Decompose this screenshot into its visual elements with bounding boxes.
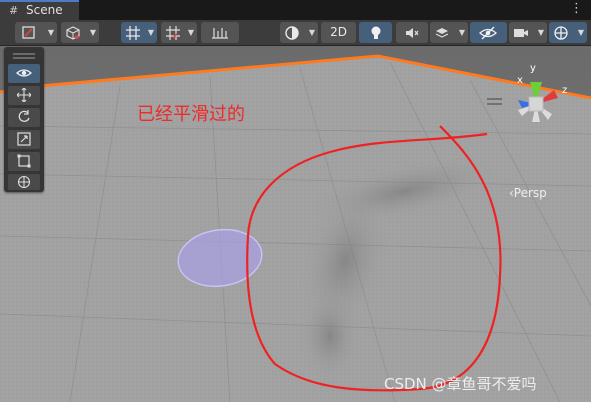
move-arrows-icon: [16, 87, 32, 103]
chevron-down-icon: ▼: [537, 28, 544, 37]
2d-label: 2D: [330, 25, 347, 39]
cube-icon: [66, 26, 80, 40]
effects-dropdown[interactable]: ▼: [430, 22, 468, 43]
ruler-icon: [212, 28, 228, 39]
drag-handle-icon[interactable]: [487, 98, 502, 106]
chevron-down-icon: ▼: [187, 28, 194, 37]
move-tool[interactable]: [8, 86, 40, 105]
tool-handle-rotation-button[interactable]: ▼: [61, 22, 99, 43]
chevron-down-icon: ▼: [308, 28, 315, 37]
overlay-grip-icon[interactable]: [13, 53, 35, 55]
chevron-down-icon: ▼: [458, 28, 465, 37]
terrain-view: y x z: [0, 46, 591, 402]
gizmos-dropdown[interactable]: ▼: [549, 22, 587, 43]
visibility-toggle[interactable]: [470, 22, 507, 43]
annotation-text: 已经平滑过的: [137, 104, 245, 125]
lighting-toggle[interactable]: [359, 22, 392, 43]
draw-mode-button[interactable]: ▼: [280, 22, 318, 43]
snap-grid-icon: [166, 26, 180, 40]
speaker-mute-icon: [406, 28, 419, 38]
transform-tool[interactable]: [8, 174, 40, 190]
shaded-sphere-icon: [285, 26, 299, 40]
scene-tab[interactable]: # Scene: [0, 0, 79, 20]
chevron-down-icon: ▼: [47, 28, 54, 37]
increment-snap-button[interactable]: [201, 22, 239, 43]
grid-snap-button[interactable]: ▼: [161, 22, 197, 43]
2d-toggle[interactable]: 2D: [321, 22, 356, 43]
gizmo-z-label: z: [562, 85, 567, 96]
rect-tool[interactable]: [8, 152, 40, 171]
rect-icon: [17, 154, 31, 168]
grid-icon: [126, 26, 140, 40]
gizmo-x-label: x: [517, 75, 523, 86]
scene-toolbar: ▼ ▼ ▼ ▼ ▼ 2D ▼ ▼ ▼: [0, 20, 591, 46]
scene-viewport[interactable]: y x z ‹Persp 已经平滑过的: [0, 46, 591, 402]
camera-icon: [514, 29, 528, 37]
gizmo-y-label: y: [530, 63, 536, 74]
rotate-tool[interactable]: [8, 108, 40, 127]
tools-overlay: [4, 47, 44, 192]
gizmo-globe-icon: [554, 26, 568, 40]
audio-toggle[interactable]: [396, 22, 428, 43]
tab-bar: # Scene ⋮: [0, 0, 591, 20]
scene-tab-label: Scene: [26, 3, 63, 17]
scale-icon: [17, 132, 31, 146]
persp-label[interactable]: ‹Persp: [509, 186, 547, 200]
chevron-down-icon: ▼: [89, 28, 96, 37]
camera-dropdown[interactable]: ▼: [509, 22, 547, 43]
rotate-icon: [18, 110, 30, 122]
light-bulb-icon: [371, 26, 381, 39]
more-options-icon[interactable]: ⋮: [570, 2, 583, 16]
pivot-icon: [22, 26, 35, 39]
scale-tool[interactable]: [8, 130, 40, 149]
view-tool[interactable]: [8, 64, 40, 83]
chevron-down-icon: ▼: [577, 28, 584, 37]
chevron-down-icon: ▼: [147, 28, 154, 37]
grid-visibility-button[interactable]: ▼: [121, 22, 157, 43]
eye-slash-icon: [479, 26, 497, 40]
eye-icon: [16, 69, 32, 77]
transform-icon: [17, 175, 31, 189]
grid-hash-icon: #: [9, 4, 19, 17]
effects-stack-icon: [435, 28, 449, 38]
tool-handle-position-button[interactable]: ▼: [15, 22, 57, 43]
watermark-text: CSDN @章鱼哥不爱吗: [384, 375, 537, 393]
